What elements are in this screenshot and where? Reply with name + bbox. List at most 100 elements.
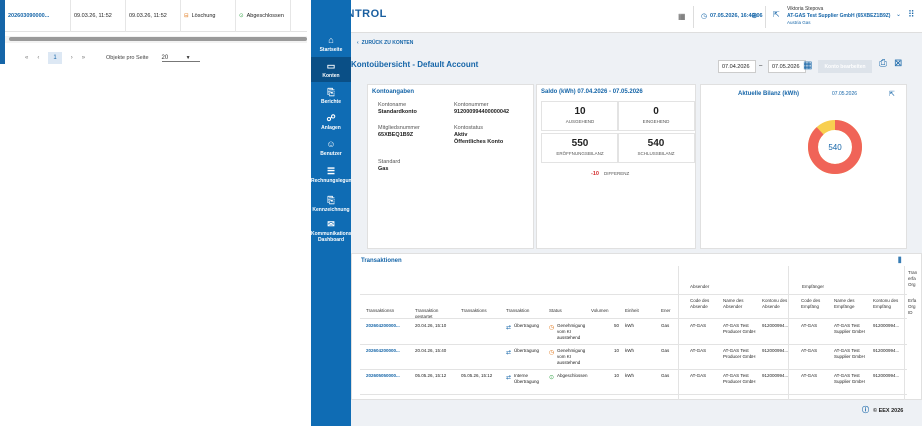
table-row[interactable]: 202603090000... 09.03.26, 11:52 09.03.26…: [5, 0, 307, 32]
expand-icon[interactable]: ⇱: [889, 90, 895, 98]
incoming-label: EINGEHEND: [642, 119, 670, 124]
sidebar-item-kommunikation[interactable]: ✉ Kommunikations-Dashboard: [311, 219, 353, 243]
logout-icon[interactable]: ⇱: [773, 10, 780, 19]
table-cell: AT-GAS Test Producer GmbH: [723, 348, 756, 359]
table-cell: AT-GAS: [801, 373, 818, 378]
company-name[interactable]: AT-GAS Test Supplier GmbH (65XBEZ1B9Z): [787, 13, 890, 19]
column-header[interactable]: Volumen: [591, 308, 619, 314]
table-cell: 912000994...: [762, 373, 789, 378]
column-header[interactable]: Name des Empfänge: [834, 298, 867, 310]
calendar-icon[interactable]: ▦: [803, 60, 812, 71]
last-page-button[interactable]: »: [82, 55, 85, 61]
difference: -10 DIFFERENZ: [591, 171, 629, 177]
account-visibility: Öffentliches Konto: [454, 139, 504, 145]
divider: [360, 344, 907, 345]
sidebar-item-rechnungslegung[interactable]: ☰ Rechnungslegung: [311, 166, 355, 184]
page-1-button[interactable]: 1: [48, 52, 62, 64]
column-header[interactable]: Code des Absende: [690, 298, 717, 310]
info-icon[interactable]: ⓘ: [862, 407, 869, 414]
clock-icon: ◷: [549, 325, 555, 331]
sidebar-item-konten[interactable]: ▭ Konten: [311, 57, 351, 82]
prev-page-button[interactable]: ‹: [37, 55, 39, 61]
column-header[interactable]: Name des Absender: [723, 298, 756, 310]
table-cell: 10: [613, 348, 619, 353]
extra-col-header: Tran erfa Org: [908, 270, 918, 287]
columns-icon[interactable]: ⦀: [898, 256, 902, 266]
sidebar-item-label: Anlagen: [321, 125, 341, 131]
globe-icon[interactable]: ⊕: [751, 11, 758, 20]
table-cell: Genehmigung vom KI ausstehend: [557, 323, 586, 340]
next-page-button[interactable]: ›: [71, 55, 73, 61]
column-header[interactable]: Status: [549, 308, 585, 314]
receiver-group-header: Empfänger: [802, 284, 825, 289]
transaction-id-link[interactable]: 202605050000...: [366, 373, 409, 379]
footer: ⓘ © EEX 2026: [862, 405, 903, 415]
home-icon: ⌂: [328, 35, 334, 45]
pdf-icon[interactable]: ⎙: [879, 58, 887, 69]
account-number-label: Kontonummer: [454, 102, 489, 108]
column-header[interactable]: Transaktions: [461, 308, 500, 314]
per-page-value: 20: [161, 54, 169, 61]
sidebar-item-benutzer[interactable]: ☺ Benutzer: [311, 139, 351, 157]
table-cell: 912000994...: [762, 323, 789, 328]
row-id[interactable]: 202603090000...: [5, 0, 71, 32]
column-header[interactable]: Transaktion: [506, 308, 543, 314]
table-cell: AT-GAS: [801, 348, 818, 353]
edit-account-button[interactable]: Konto bearbeiten: [818, 60, 872, 73]
incoming-box: 0 EINGEHEND: [617, 101, 695, 131]
opening-box: 550 ERÖFFNUNGSBILANZ: [541, 133, 619, 163]
table-cell: 05.05.26, 15:12: [461, 373, 493, 378]
column-header[interactable]: Kontonu des Empfäng: [873, 298, 902, 310]
table-cell: Gas: [661, 323, 670, 328]
apps-grid-icon[interactable]: ⠿: [908, 9, 915, 20]
scroll-thumb[interactable]: [9, 37, 307, 41]
table-cell: 50: [613, 323, 619, 328]
sidebar-item-berichte[interactable]: ⎘ Berichte: [311, 87, 351, 105]
column-header[interactable]: Erfa Org ID: [908, 298, 920, 316]
account-name: Standardkonto: [378, 109, 417, 115]
column-header[interactable]: Ener: [661, 308, 684, 314]
sidebar-item-label: Konten: [322, 73, 340, 79]
folder-icon: ▭: [326, 61, 336, 71]
column-header[interactable]: Code des Empfäng: [801, 298, 828, 310]
outgoing-box: 10 AUSGEHEND: [541, 101, 619, 131]
date-to-input[interactable]: 07.05.2026: [768, 60, 806, 73]
table-cell: 912000994...: [873, 373, 900, 378]
current-date: 07.05.2026: [832, 91, 858, 97]
closing-label: SCHLUSSBILANZ: [637, 151, 675, 156]
sidebar-item-anlagen[interactable]: ☍ Anlagen: [311, 113, 351, 131]
transaction-id-link[interactable]: 202604200000...: [366, 348, 409, 354]
transfer-icon: ⇄: [506, 375, 512, 381]
calculator-icon[interactable]: ▦: [678, 12, 686, 21]
divider: [360, 394, 907, 395]
date-from-input[interactable]: 07.04.2026: [718, 60, 756, 73]
column-header[interactable]: Kontonu des Absende: [762, 298, 795, 310]
column-header[interactable]: Einheit: [625, 308, 655, 314]
table-cell: kWh: [625, 348, 634, 353]
account-details-card: Kontoangaben Kontoname Standardkonto Kon…: [367, 84, 534, 249]
chevron-down-icon[interactable]: ⌄: [896, 11, 901, 18]
account-name-label: Kontoname: [378, 102, 407, 108]
invoice-icon: ☰: [326, 166, 336, 176]
column-header[interactable]: Transaktionsn: [366, 308, 409, 314]
row-type: Löschung: [191, 13, 216, 19]
table-cell: AT-GAS: [690, 323, 707, 328]
horizontal-scrollbar[interactable]: [5, 36, 307, 43]
back-link[interactable]: ‹ ZURÜCK ZU KONTEN: [357, 40, 413, 46]
member-number-label: Mitgliedsnummer: [378, 125, 420, 131]
row-start: 09.03.26, 11:52: [71, 0, 126, 32]
sidebar-item-startseite[interactable]: ⌂ Startseite: [311, 33, 351, 57]
first-page-button[interactable]: «: [25, 55, 28, 61]
excel-icon[interactable]: ⊠: [894, 58, 902, 69]
divider: [693, 6, 694, 28]
sender-group-header: Absender: [690, 284, 710, 289]
table-cell: Genehmigung vom KI ausstehend: [557, 348, 586, 365]
sidebar-item-kennzeichnung[interactable]: ⎘ Kennzeichnung: [311, 195, 351, 213]
left-table: 202603090000... 09.03.26, 11:52 09.03.26…: [5, 0, 307, 32]
transfer-icon: ⇄: [506, 325, 512, 331]
per-page-select[interactable]: 20 ▼: [161, 54, 200, 62]
donut-value: 540: [828, 143, 842, 152]
table-cell: 20.04.26, 15:40: [415, 348, 447, 353]
transaction-id-link[interactable]: 202604200000...: [366, 323, 409, 329]
company-sub: Austria Gas: [787, 20, 811, 25]
